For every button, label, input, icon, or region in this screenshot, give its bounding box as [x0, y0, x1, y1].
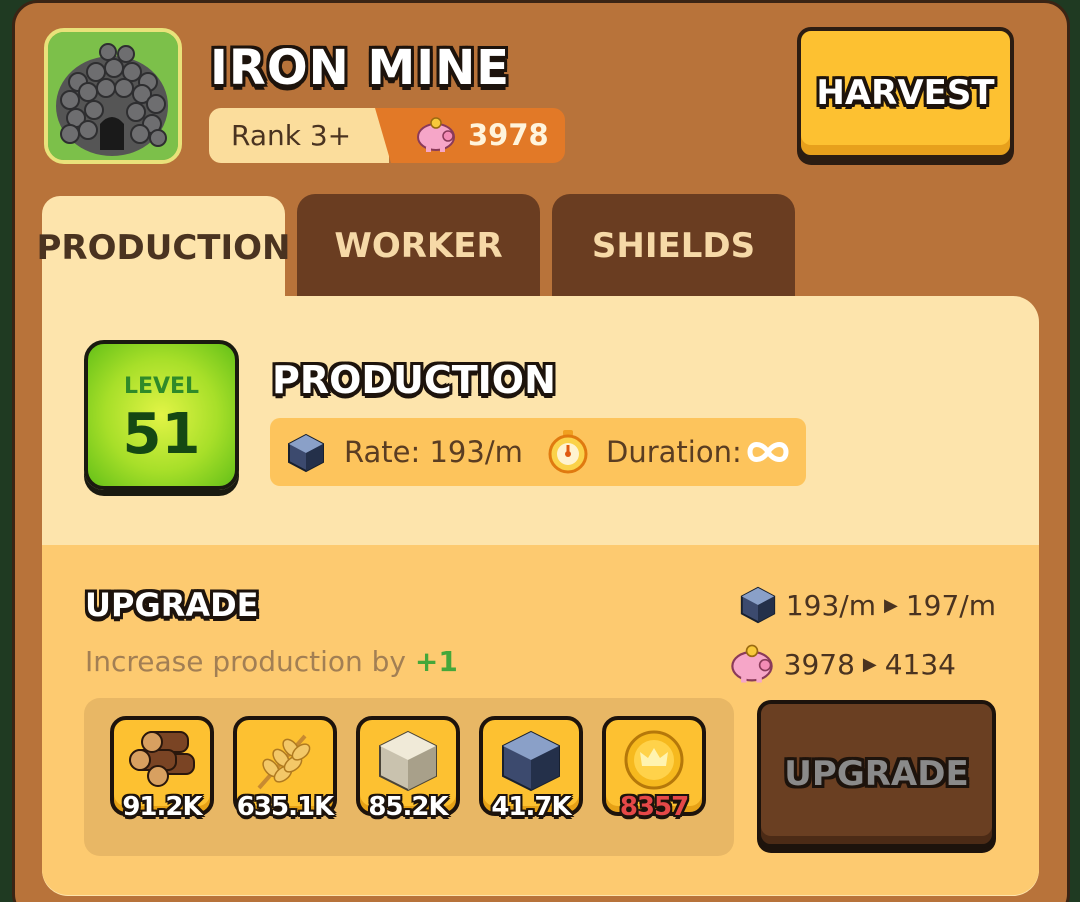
building-title: IRON MINE: [210, 40, 511, 96]
upgrade-description: Increase production by +1: [85, 645, 458, 678]
upgrade-heading: UPGRADE: [85, 586, 259, 624]
arrow-right-icon: ▶: [884, 594, 898, 616]
tab-shields[interactable]: SHIELDS: [552, 194, 795, 298]
tab-worker[interactable]: WORKER: [297, 194, 540, 298]
wheat-icon: [257, 734, 311, 790]
rate-from: 193/m: [785, 588, 876, 622]
piggy-bank-icon: [730, 644, 773, 683]
rate-to: 197/m: [905, 588, 996, 622]
cost-value: 91.2K: [122, 792, 202, 822]
piggy-bank-icon: [417, 117, 455, 152]
cost-value: 635.1K: [236, 792, 334, 822]
level-number: 51: [122, 402, 201, 467]
rank-label: Rank 3+: [209, 108, 389, 163]
score-from: 3978: [783, 647, 855, 681]
iron-cube-icon: [740, 586, 775, 624]
duration-text: Duration:: [606, 435, 742, 469]
cost-value: 41.7K: [491, 792, 571, 822]
iron-cube-icon: [288, 433, 324, 473]
upgrade-button[interactable]: UPGRADE: [757, 700, 996, 848]
infinity-icon: [747, 442, 789, 462]
rate-change-row: 193/m ▶ 197/m: [738, 585, 996, 625]
arrow-right-icon: ▶: [862, 653, 877, 675]
score-to: 4134: [884, 647, 956, 681]
production-heading: PRODUCTION: [272, 358, 556, 402]
score-change-row: 3978 ▶ 4134: [728, 644, 956, 684]
upgrade-description-text: Increase production by: [85, 645, 406, 678]
cost-value: 8357: [619, 792, 689, 822]
score-value: 3978: [468, 118, 549, 152]
logs-icon: [129, 731, 195, 787]
stone-block-icon: [379, 730, 437, 792]
tab-production[interactable]: PRODUCTION: [37, 196, 291, 300]
stopwatch-icon: [548, 430, 588, 474]
rate-text: Rate: 193/m: [344, 435, 523, 469]
upgrade-bonus: +1: [414, 645, 458, 678]
iron-cube-icon: [502, 730, 560, 792]
level-label: LEVEL: [123, 374, 200, 399]
cost-value: 85.2K: [368, 792, 448, 822]
crown-coin-icon: [624, 730, 684, 790]
iron-mine-thumbnail: [44, 28, 182, 164]
harvest-button[interactable]: HARVEST: [797, 27, 1014, 159]
